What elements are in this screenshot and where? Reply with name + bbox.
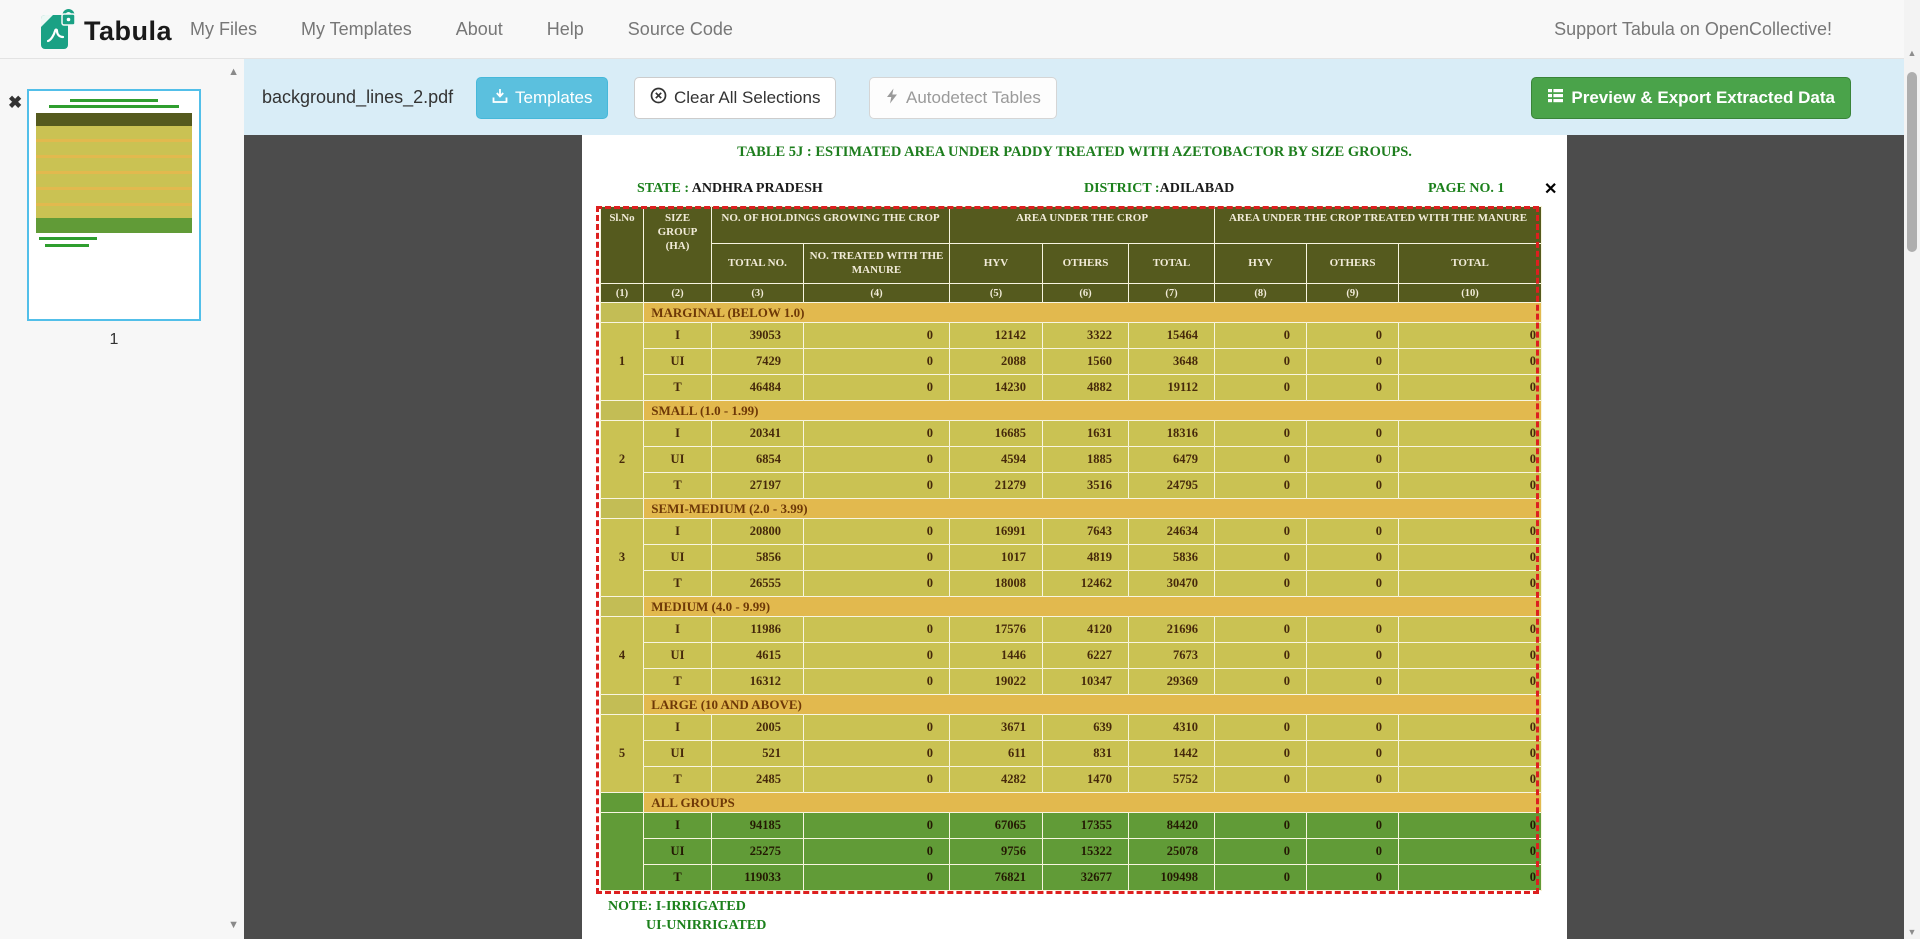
thumb-table-body xyxy=(36,126,192,218)
thumb-table-footer xyxy=(36,218,192,233)
sidebar-scroll-down-icon[interactable]: ▼ xyxy=(228,920,239,931)
thumb-subtitle-line xyxy=(49,105,178,108)
pdf-table-title: TABLE 5J : ESTIMATED AREA UNDER PADDY TR… xyxy=(582,144,1567,161)
thumb-table-header xyxy=(36,113,192,126)
state-line: STATE : ANDHRA PRADESH xyxy=(637,181,823,197)
page-number-label: 1 xyxy=(27,331,201,349)
clear-button-label: Clear All Selections xyxy=(674,88,820,108)
brand-title: Tabula xyxy=(84,16,172,47)
thumb-note-line xyxy=(39,237,97,240)
save-template-icon xyxy=(492,88,508,109)
autodetect-tables-button[interactable]: Autodetect Tables xyxy=(869,77,1057,119)
page-1-thumbnail[interactable] xyxy=(27,89,201,321)
remove-circle-icon xyxy=(650,87,667,109)
pdf-meta-row: STATE : ANDHRA PRADESH DISTRICT :ADILABA… xyxy=(582,181,1567,199)
nav-about[interactable]: About xyxy=(456,19,503,40)
district-label: DISTRICT : xyxy=(1084,181,1160,196)
district-value: ADILABAD xyxy=(1160,181,1235,196)
templates-button[interactable]: Templates xyxy=(476,77,608,119)
support-link[interactable]: Support Tabula on OpenCollective! xyxy=(1554,0,1832,59)
nav-links: My Files My Templates About Help Source … xyxy=(190,0,733,59)
brand-link[interactable]: Tabula xyxy=(40,8,172,55)
nav-my-files[interactable]: My Files xyxy=(190,19,257,40)
table-list-icon xyxy=(1547,88,1564,109)
state-label: STATE : xyxy=(637,181,689,196)
document-filename: background_lines_2.pdf xyxy=(262,59,453,135)
nav-my-templates[interactable]: My Templates xyxy=(301,19,412,40)
pdf-canvas-area: TABLE 5J : ESTIMATED AREA UNDER PADDY TR… xyxy=(244,135,1904,939)
pdf-page[interactable]: TABLE 5J : ESTIMATED AREA UNDER PADDY TR… xyxy=(582,135,1567,939)
preview-export-button[interactable]: Preview & Export Extracted Data xyxy=(1531,77,1851,119)
templates-button-label: Templates xyxy=(515,88,592,108)
sidebar-scroll-up-icon[interactable]: ▲ xyxy=(228,67,239,78)
clear-all-selections-button[interactable]: Clear All Selections xyxy=(634,77,836,119)
note-line-2: UI-UNIRRIGATED xyxy=(608,916,766,935)
nav-help[interactable]: Help xyxy=(547,19,584,40)
scrollbar-down-icon[interactable]: ▼ xyxy=(1904,927,1920,937)
autodetect-button-label: Autodetect Tables xyxy=(906,88,1041,108)
state-value: ANDHRA PRADESH xyxy=(692,181,823,196)
page-no-label: PAGE NO. 1 xyxy=(1428,181,1504,197)
thumb-title-line xyxy=(70,99,158,102)
selection-close-button[interactable]: ✕ xyxy=(1544,179,1557,199)
document-toolbar: background_lines_2.pdf Templates Clear A… xyxy=(244,59,1904,135)
nav-source-code[interactable]: Source Code xyxy=(628,19,733,40)
district-line: DISTRICT :ADILABAD xyxy=(1084,181,1234,197)
pdf-note: NOTE: I-IRRIGATED UI-UNIRRIGATED xyxy=(608,897,766,935)
note-line-1: NOTE: I-IRRIGATED xyxy=(608,897,766,916)
scrollbar-thumb[interactable] xyxy=(1907,72,1917,252)
scrollbar-up-icon[interactable]: ▲ xyxy=(1904,48,1920,58)
lightning-icon xyxy=(885,88,899,109)
table-selection-box[interactable] xyxy=(596,206,1539,894)
export-button-label: Preview & Export Extracted Data xyxy=(1571,88,1835,108)
thumb-note-line2 xyxy=(45,244,89,247)
tabula-logo-icon xyxy=(40,8,76,55)
window-scrollbar: ▲ ▼ xyxy=(1904,0,1920,939)
remove-page-icon[interactable]: ✖ xyxy=(8,93,22,113)
page-thumbnail-sidebar: ✖ 1 ▲ ▼ xyxy=(0,59,244,939)
top-navbar: Tabula My Files My Templates About Help … xyxy=(0,0,1920,59)
